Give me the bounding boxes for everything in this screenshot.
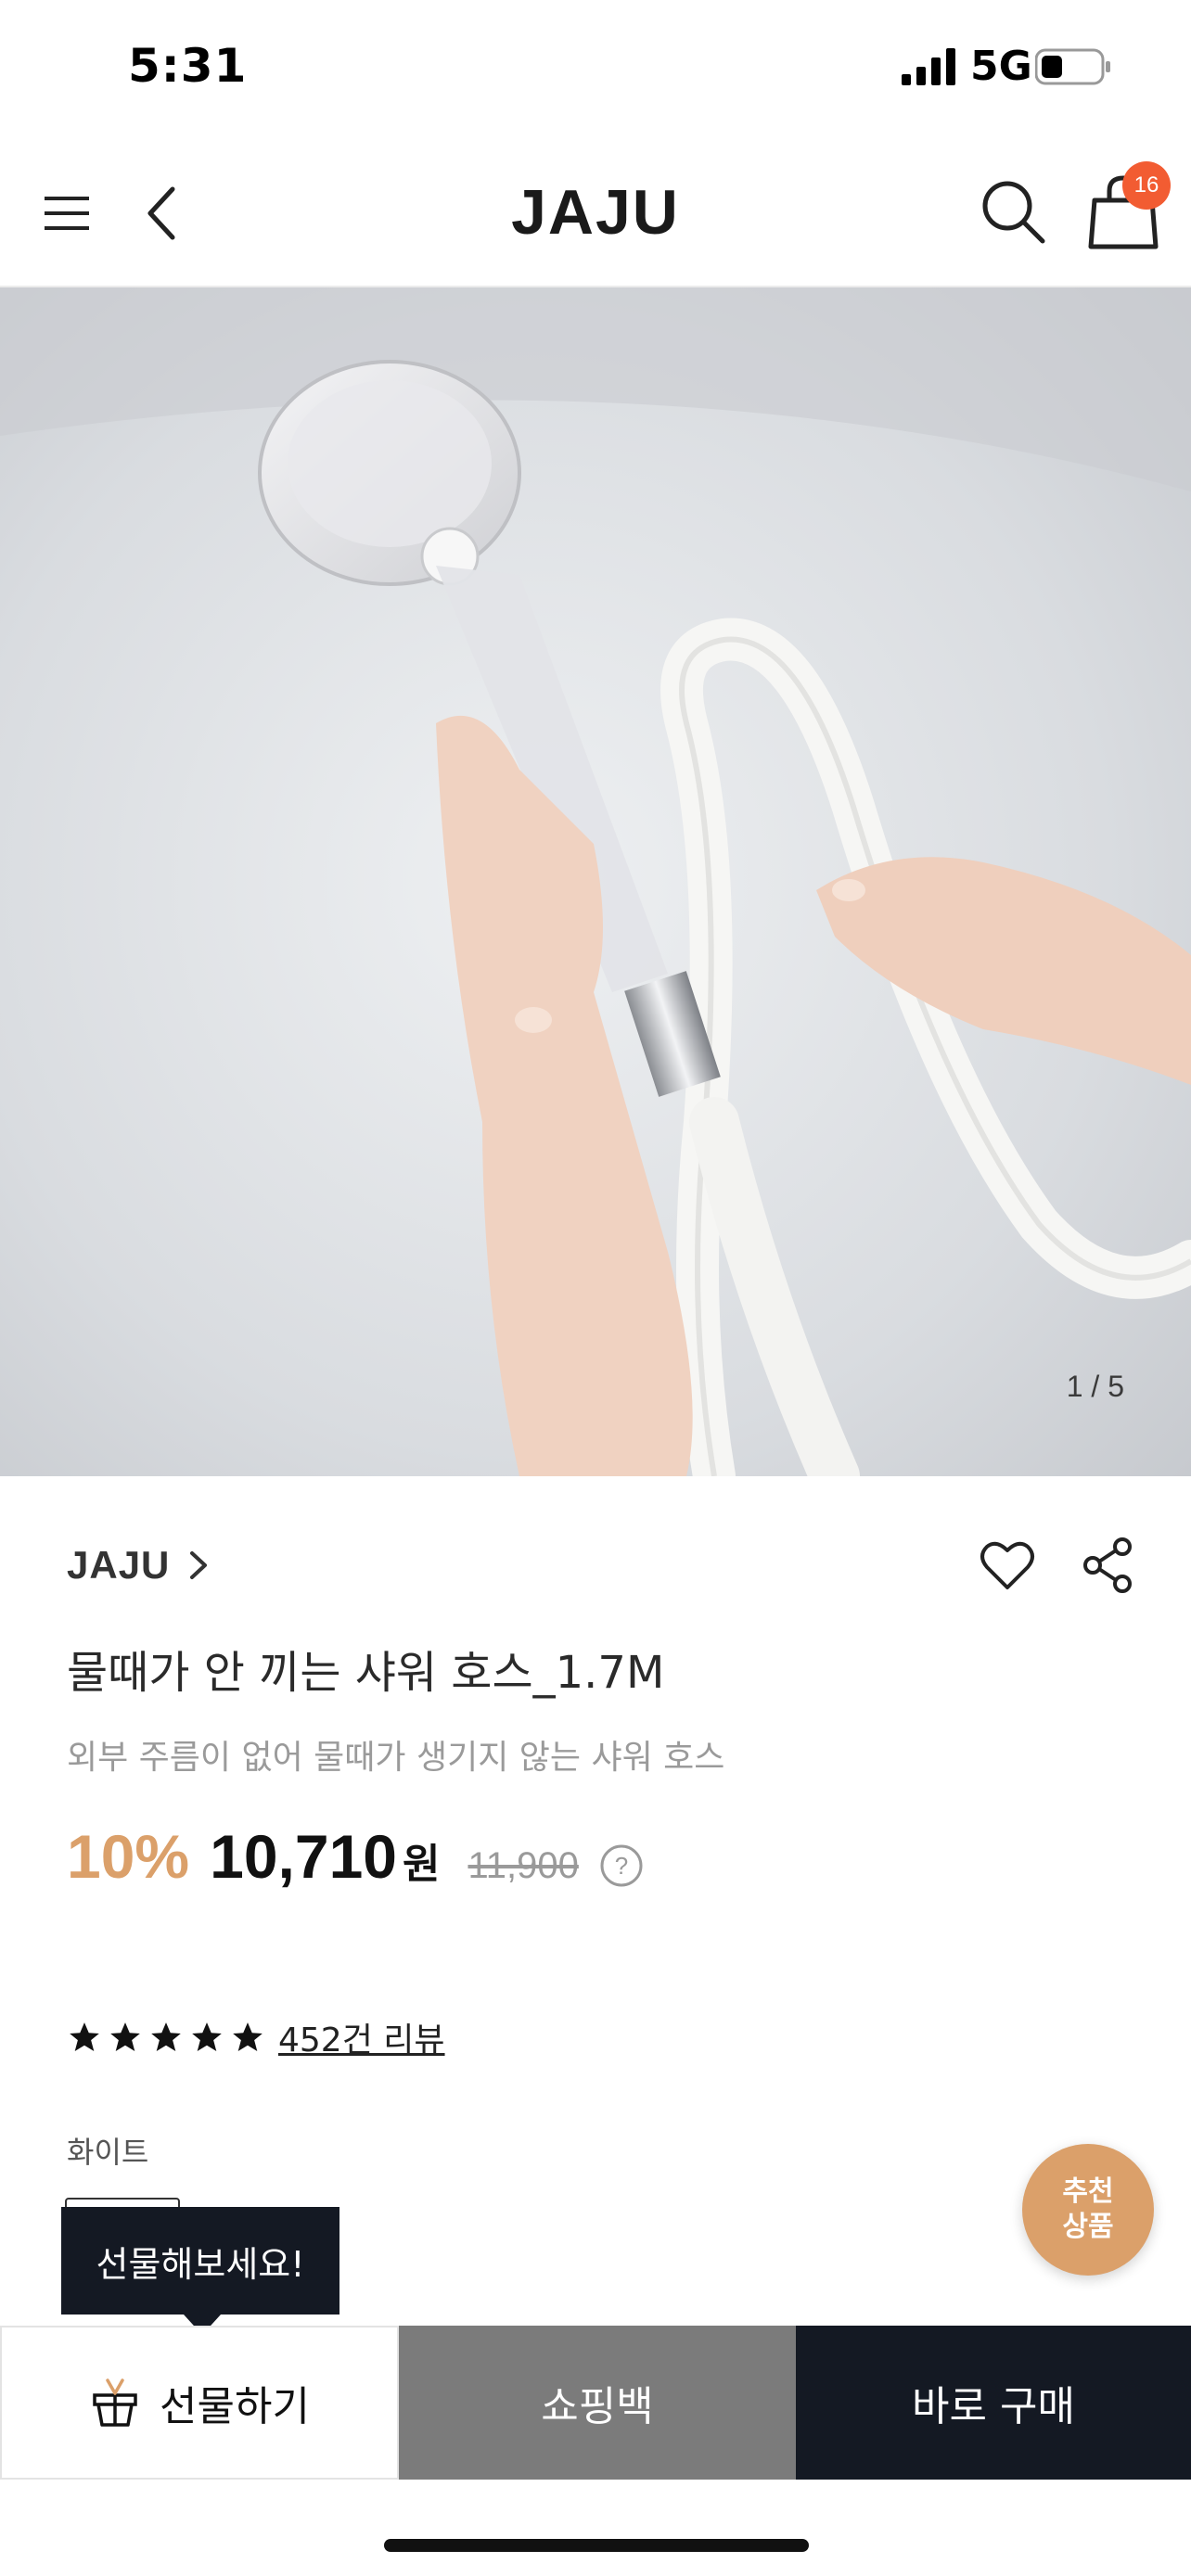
product-description: 외부 주름이 없어 물때가 생기지 않는 샤워 호스 xyxy=(67,1739,725,1777)
shower-hose-photo xyxy=(0,287,1191,1476)
fab-line-1: 추천 xyxy=(1062,2175,1114,2208)
star-icon xyxy=(192,2022,222,2052)
status-time: 5:31 xyxy=(128,39,248,93)
star-icon xyxy=(70,2022,99,2052)
discount-rate: 10% xyxy=(67,1822,190,1891)
gift-button-label: 선물하기 xyxy=(160,2383,310,2430)
signal-icon xyxy=(902,48,955,85)
home-indicator[interactable] xyxy=(384,2539,809,2552)
option-label: 화이트 xyxy=(67,2135,149,2170)
bottom-action-bar: 선물하기 쇼핑백 바로 구매 xyxy=(0,2326,1191,2480)
gift-icon xyxy=(93,2378,137,2427)
star-icon xyxy=(233,2022,263,2052)
brand-name: JAJU xyxy=(67,1543,171,1587)
star-rating xyxy=(67,2020,265,2055)
recommended-products-button[interactable]: 추천 상품 xyxy=(1022,2144,1154,2276)
price-row: 10% 10,710 원 11,900 xyxy=(67,1821,579,1905)
share-icon[interactable] xyxy=(1082,1537,1133,1593)
image-counter: 1 / 5 xyxy=(1066,1370,1124,1403)
logo-text: JAJU xyxy=(511,177,680,248)
star-icon xyxy=(110,2022,140,2052)
menu-icon[interactable] xyxy=(41,187,93,239)
svg-text:?: ? xyxy=(615,1852,628,1880)
chevron-right-icon xyxy=(190,1551,208,1579)
sale-price: 10,710 xyxy=(210,1822,397,1891)
product-title: 물때가 안 끼는 샤워 호스_1.7M xyxy=(67,1647,665,1699)
shopping-bag-button[interactable]: 쇼핑백 xyxy=(399,2326,796,2480)
back-icon[interactable] xyxy=(141,184,182,243)
rating-row: 452건 리뷰 xyxy=(67,2014,445,2060)
help-icon[interactable]: ? xyxy=(599,1843,644,1888)
search-icon[interactable] xyxy=(980,178,1046,245)
network-label: 5G xyxy=(970,43,1032,90)
review-count-link[interactable]: 452건 리뷰 xyxy=(278,2013,445,2061)
original-price: 11,900 xyxy=(467,1845,579,1886)
heart-icon[interactable] xyxy=(980,1539,1035,1591)
cart-count-badge: 16 xyxy=(1122,161,1171,210)
fab-line-2: 상품 xyxy=(1062,2211,1114,2243)
nav-bar: JAJU 16 xyxy=(0,139,1191,287)
gift-tooltip: 선물해보세요! xyxy=(61,2207,339,2315)
battery-icon xyxy=(1035,48,1110,85)
brand-link[interactable]: JAJU xyxy=(67,1537,209,1593)
status-bar: 5:31 5G xyxy=(0,0,1191,139)
logo[interactable]: JAJU xyxy=(503,176,688,250)
product-image[interactable]: 1 / 5 xyxy=(0,287,1191,1476)
gift-button[interactable]: 선물하기 xyxy=(0,2326,399,2480)
buy-now-button[interactable]: 바로 구매 xyxy=(796,2326,1191,2480)
currency-unit: 원 xyxy=(402,1841,441,1888)
star-icon xyxy=(151,2022,181,2052)
